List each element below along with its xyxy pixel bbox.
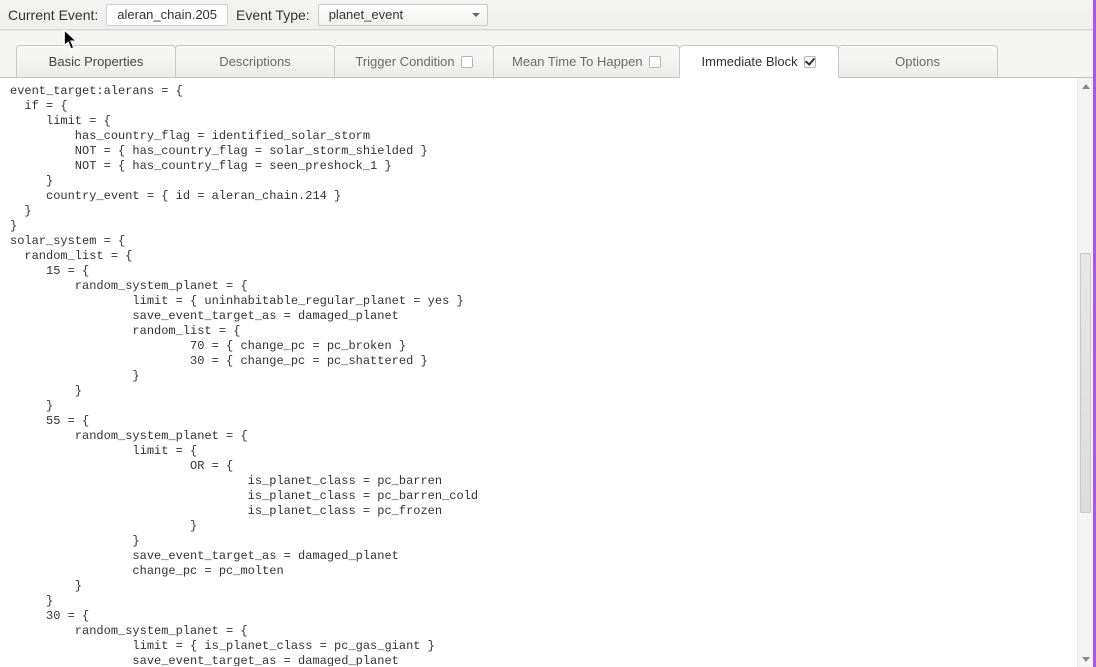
content-panel: event_target:alerans = { if = { limit = … [0, 77, 1096, 666]
checkbox-icon[interactable] [461, 56, 473, 68]
scroll-thumb[interactable] [1080, 253, 1091, 513]
tab-label: Options [895, 54, 940, 69]
scroll-down-icon[interactable] [1078, 651, 1093, 667]
current-event-label: Current Event: [8, 7, 98, 23]
tab-descriptions[interactable]: Descriptions [175, 45, 335, 78]
scroll-up-icon[interactable] [1078, 78, 1093, 94]
tab-label: Descriptions [219, 54, 291, 69]
tab-label: Trigger Condition [355, 54, 454, 69]
tab-trigger-condition[interactable]: Trigger Condition [334, 45, 494, 78]
tab-label: Immediate Block [702, 54, 798, 69]
code-editor[interactable]: event_target:alerans = { if = { limit = … [0, 78, 1096, 666]
tab-immediate-block[interactable]: Immediate Block [679, 45, 839, 78]
tab-bar: Basic Properties Descriptions Trigger Co… [0, 30, 1096, 78]
checkbox-icon[interactable] [649, 56, 661, 68]
top-toolbar: Current Event: aleran_chain.205 Event Ty… [0, 0, 1096, 30]
tab-mean-time-to-happen[interactable]: Mean Time To Happen [493, 45, 680, 78]
tab-label: Mean Time To Happen [512, 54, 643, 69]
tab-basic-properties[interactable]: Basic Properties [16, 45, 176, 78]
vertical-scrollbar[interactable] [1077, 78, 1093, 667]
current-event-value[interactable]: aleran_chain.205 [106, 4, 228, 26]
tab-label: Basic Properties [49, 54, 144, 69]
tab-options[interactable]: Options [838, 45, 998, 78]
event-type-label: Event Type: [236, 7, 310, 23]
event-type-dropdown[interactable]: planet_event [318, 4, 488, 26]
checkbox-icon[interactable] [804, 56, 816, 68]
